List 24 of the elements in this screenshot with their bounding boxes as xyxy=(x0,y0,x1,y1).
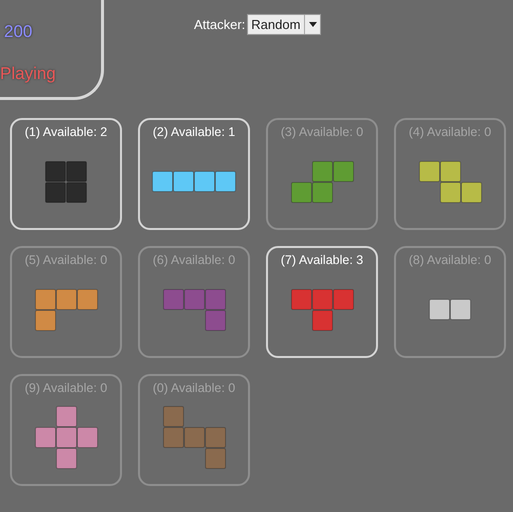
score-text: 200 xyxy=(3,21,32,43)
attacker-label: Attacker: xyxy=(194,16,246,34)
availability-label: (8) Available: 0 xyxy=(408,252,492,269)
piece-card[interactable]: (8) Available: 0 xyxy=(394,246,506,358)
piece-card[interactable]: (2) Available: 1 xyxy=(138,118,250,230)
game-state-text: Playing xyxy=(0,62,56,84)
piece-card[interactable]: (1) Available: 2 xyxy=(10,118,122,230)
availability-label: (5) Available: 0 xyxy=(24,252,108,269)
piece-card[interactable]: (6) Available: 0 xyxy=(138,246,250,358)
availability-label: (9) Available: 0 xyxy=(24,380,108,397)
piece-card[interactable]: (5) Available: 0 xyxy=(10,246,122,358)
availability-label: (1) Available: 2 xyxy=(24,124,108,141)
piece-card[interactable]: (4) Available: 0 xyxy=(394,118,506,230)
availability-label: (2) Available: 1 xyxy=(152,124,236,141)
piece-card[interactable]: (7) Available: 3 xyxy=(266,246,378,358)
availability-label: (6) Available: 0 xyxy=(152,252,236,269)
piece-card[interactable]: (9) Available: 0 xyxy=(10,374,122,486)
availability-label: (4) Available: 0 xyxy=(408,124,492,141)
availability-label: (7) Available: 3 xyxy=(280,252,364,269)
piece-card[interactable]: (0) Available: 0 xyxy=(138,374,250,486)
attacker-dropdown[interactable]: Random xyxy=(247,14,322,35)
availability-label: (3) Available: 0 xyxy=(280,124,364,141)
availability-label: (0) Available: 0 xyxy=(152,380,236,397)
piece-card[interactable]: (3) Available: 0 xyxy=(266,118,378,230)
